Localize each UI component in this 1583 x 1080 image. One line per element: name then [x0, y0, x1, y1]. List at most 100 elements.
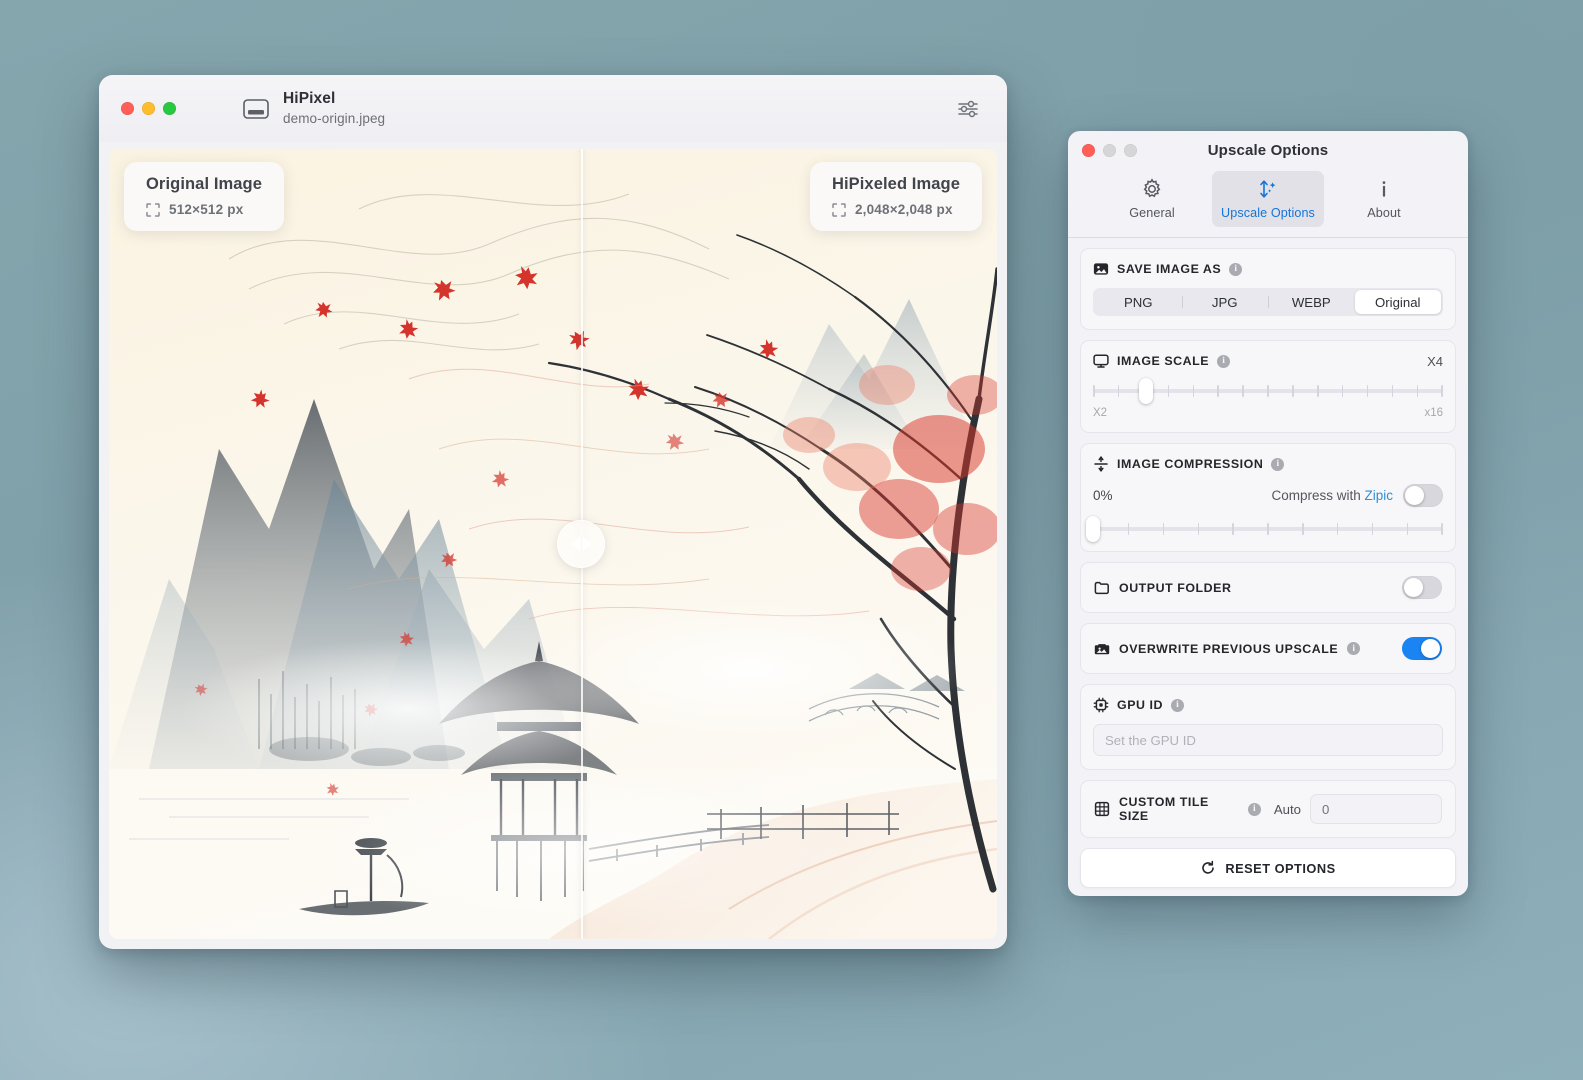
- reset-options-button[interactable]: RESET OPTIONS: [1080, 848, 1456, 888]
- original-image-dimensions-row: 512×512 px: [146, 202, 262, 217]
- hipixel-main-window: HiPixel demo-origin.jpeg: [99, 75, 1007, 949]
- gpu-id-card: GPU ID i: [1080, 684, 1456, 770]
- image-scale-legend: X2 x16: [1093, 407, 1443, 419]
- output-folder-title: OUTPUT FOLDER: [1119, 581, 1231, 595]
- arrow-right-icon: [583, 537, 592, 551]
- output-folder-card: OUTPUT FOLDER: [1080, 562, 1456, 613]
- save-image-as-card: SAVE IMAGE AS i PNG JPG WEBP Original: [1080, 248, 1456, 330]
- format-option-jpg[interactable]: JPG: [1182, 290, 1269, 314]
- overwrite-previous-toggle[interactable]: [1402, 637, 1442, 660]
- compress-with-label: Compress with Zipic: [1271, 488, 1393, 503]
- options-titlebar: Upscale Options: [1068, 131, 1468, 169]
- image-scale-min-label: X2: [1093, 407, 1107, 419]
- tab-upscale-options-label: Upscale Options: [1221, 206, 1315, 220]
- options-tabbar: General Upscale Options: [1068, 169, 1468, 237]
- compress-with-zipic-toggle[interactable]: [1403, 484, 1443, 507]
- upscale-options-window: Upscale Options General: [1068, 131, 1468, 896]
- compress-with-group: Compress with Zipic: [1271, 484, 1443, 507]
- tab-upscale-options[interactable]: Upscale Options: [1212, 171, 1324, 227]
- custom-tile-size-input[interactable]: [1310, 794, 1442, 824]
- watermark: [1185, 1010, 1555, 1062]
- monitor-icon: [1093, 353, 1109, 369]
- settings-button[interactable]: [951, 94, 985, 124]
- compression-percent: 0%: [1093, 488, 1113, 503]
- save-image-as-header: SAVE IMAGE AS i: [1093, 261, 1443, 277]
- reset-arrow-icon: [1200, 860, 1216, 876]
- tab-general[interactable]: General: [1096, 171, 1208, 227]
- save-image-as-title: SAVE IMAGE AS: [1117, 262, 1221, 276]
- format-option-webp[interactable]: WEBP: [1268, 290, 1355, 314]
- options-header-divider: [1068, 237, 1468, 238]
- save-format-segmented-control[interactable]: PNG JPG WEBP Original: [1093, 288, 1443, 316]
- gpu-id-header: GPU ID i: [1093, 697, 1443, 713]
- app-name: HiPixel: [283, 90, 385, 108]
- traffic-lights: [121, 102, 176, 115]
- reset-options-label: RESET OPTIONS: [1225, 861, 1335, 876]
- window-title-block: HiPixel demo-origin.jpeg: [283, 90, 385, 126]
- format-option-original[interactable]: Original: [1355, 290, 1442, 314]
- original-image-badge: Original Image 512×512 px: [124, 162, 284, 231]
- options-body: SAVE IMAGE AS i PNG JPG WEBP Original: [1068, 248, 1468, 896]
- expand-frame-icon: [832, 203, 846, 217]
- folder-icon: [1094, 580, 1110, 596]
- image-scale-title: IMAGE SCALE: [1117, 354, 1209, 368]
- grid-icon: [1094, 801, 1110, 817]
- format-option-png[interactable]: PNG: [1095, 290, 1182, 314]
- gpu-id-input[interactable]: [1093, 724, 1443, 756]
- image-scale-card: IMAGE SCALE i X4 X2 x16: [1080, 340, 1456, 433]
- info-icon[interactable]: i: [1271, 458, 1284, 471]
- file-name: demo-origin.jpeg: [283, 111, 385, 127]
- hipixeled-image-title: HiPixeled Image: [832, 175, 960, 194]
- arrow-left-icon: [571, 537, 580, 551]
- compression-slider[interactable]: [1093, 520, 1443, 538]
- window-icon: [243, 99, 269, 119]
- compress-with-prefix: Compress with: [1271, 488, 1364, 503]
- chip-icon: [1093, 697, 1109, 713]
- info-icon[interactable]: i: [1248, 803, 1261, 816]
- image-scale-slider[interactable]: [1093, 382, 1443, 400]
- custom-tile-size-title: CUSTOM TILE SIZE: [1119, 795, 1239, 823]
- image-compression-card: IMAGE COMPRESSION i 0% Compress with Zip…: [1080, 443, 1456, 552]
- sliders-icon: [957, 100, 979, 118]
- zipic-link[interactable]: Zipic: [1364, 488, 1393, 503]
- options-window-title: Upscale Options: [1068, 142, 1468, 159]
- hipixeled-image-dimensions-row: 2,048×2,048 px: [832, 202, 960, 217]
- info-icon[interactable]: i: [1229, 263, 1242, 276]
- main-window-titlebar: HiPixel demo-origin.jpeg: [99, 75, 1007, 142]
- image-compression-title: IMAGE COMPRESSION: [1117, 457, 1263, 471]
- tab-about-label: About: [1367, 206, 1400, 220]
- tab-about[interactable]: About: [1328, 171, 1440, 227]
- hipixeled-image-badge: HiPixeled Image 2,048×2,048 px: [810, 162, 982, 231]
- info-icon[interactable]: i: [1171, 699, 1184, 712]
- info-icon[interactable]: i: [1217, 355, 1230, 368]
- original-image-dimensions: 512×512 px: [169, 202, 243, 217]
- gear-icon: [1140, 177, 1164, 201]
- hipixeled-image-dimensions: 2,048×2,048 px: [855, 202, 953, 217]
- close-button[interactable]: [121, 102, 134, 115]
- image-stack-icon: [1094, 641, 1110, 657]
- gpu-id-title: GPU ID: [1117, 698, 1163, 712]
- titlebar-actions: [951, 94, 985, 124]
- photo-icon: [1093, 261, 1109, 277]
- image-scale-value: X4: [1427, 354, 1443, 369]
- custom-tile-size-card: CUSTOM TILE SIZE i Auto: [1080, 780, 1456, 838]
- overwrite-previous-title: OVERWRITE PREVIOUS UPSCALE: [1119, 642, 1338, 656]
- artwork-canvas: [109, 149, 997, 939]
- maximize-button[interactable]: [163, 102, 176, 115]
- image-compression-header: IMAGE COMPRESSION i: [1093, 456, 1443, 472]
- image-scale-thumb[interactable]: [1139, 378, 1153, 404]
- tab-general-label: General: [1129, 206, 1175, 220]
- image-scale-header: IMAGE SCALE i X4: [1093, 353, 1443, 369]
- image-compare-viewer[interactable]: Original Image 512×512 px HiPixeled: [109, 149, 997, 939]
- minimize-button[interactable]: [142, 102, 155, 115]
- compression-thumb[interactable]: [1086, 516, 1100, 542]
- overwrite-previous-card: OVERWRITE PREVIOUS UPSCALE i: [1080, 623, 1456, 674]
- expand-frame-icon: [146, 203, 160, 217]
- info-letter-icon: [1372, 177, 1396, 201]
- compression-ticks: [1093, 523, 1443, 535]
- upscale-sparkle-icon: [1256, 177, 1280, 201]
- compression-control-row: 0% Compress with Zipic: [1093, 484, 1443, 507]
- output-folder-toggle[interactable]: [1402, 576, 1442, 599]
- custom-tile-auto-label: Auto: [1274, 802, 1301, 817]
- info-icon[interactable]: i: [1347, 642, 1360, 655]
